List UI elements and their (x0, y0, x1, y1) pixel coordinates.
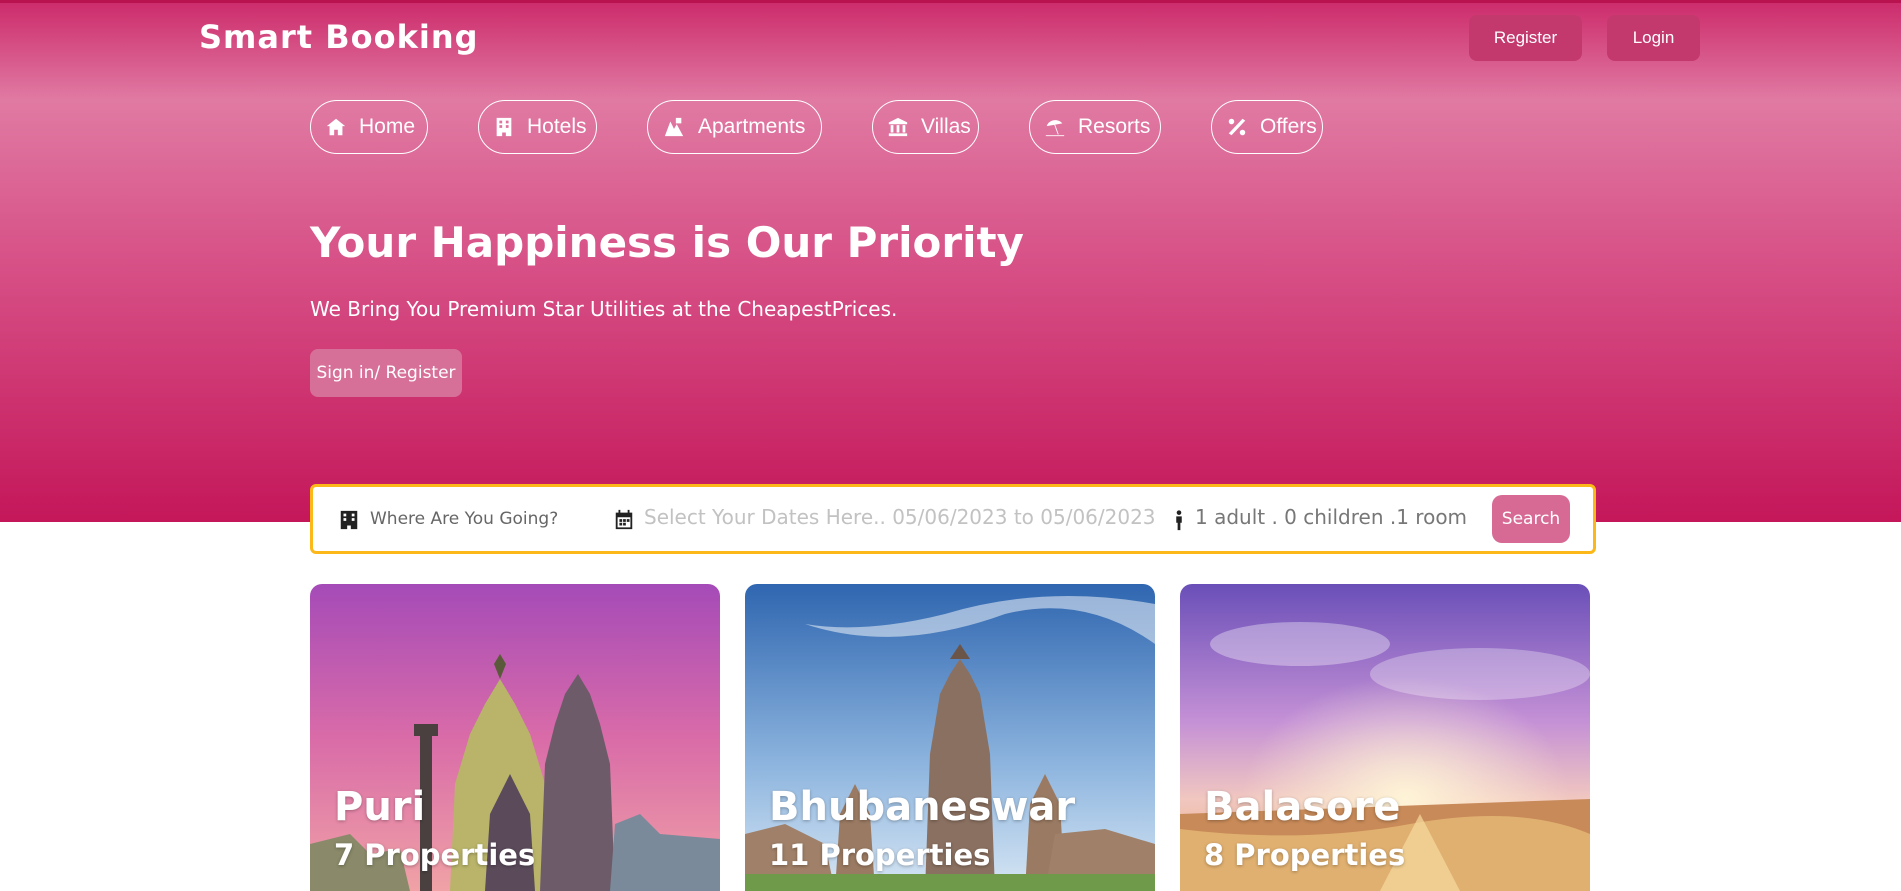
search-button[interactable]: Search (1492, 495, 1570, 543)
destination-properties: 7 Properties (334, 838, 536, 872)
hero-headline: Your Happiness is Our Priority (310, 218, 1024, 267)
destination-card-bhubaneswar[interactable]: Bhubaneswar 11 Properties (745, 584, 1155, 891)
nav-home[interactable]: Home (310, 100, 428, 154)
umbrella-beach-icon (1044, 115, 1066, 139)
destination-input[interactable] (370, 501, 590, 537)
destination-city: Balasore (1204, 784, 1401, 830)
nav-villas[interactable]: Villas (872, 100, 979, 154)
nav-offers-label: Offers (1260, 115, 1317, 138)
destination-properties: 8 Properties (1204, 838, 1406, 872)
register-button[interactable]: Register (1469, 15, 1582, 61)
hero-subline: We Bring You Premium Star Utilities at t… (310, 297, 898, 321)
percent-icon (1226, 115, 1248, 139)
top-accent-line (0, 0, 1901, 3)
nav-hotels[interactable]: Hotels (478, 100, 597, 154)
nav-resorts-label: Resorts (1078, 115, 1151, 138)
apartments-icon (662, 115, 686, 139)
villa-columns-icon (887, 115, 909, 139)
destination-city: Bhubaneswar (769, 784, 1076, 830)
destination-properties: 11 Properties (769, 838, 991, 872)
nav-resorts[interactable]: Resorts (1029, 100, 1161, 154)
date-range-field[interactable]: Select Your Dates Here.. 05/06/2023 to 0… (644, 505, 1156, 529)
destination-card-puri[interactable]: Puri 7 Properties (310, 584, 720, 891)
building-icon (338, 509, 360, 531)
destination-card-balasore[interactable]: Balasore 8 Properties (1180, 584, 1590, 891)
hero-banner: Smart Booking Register Login Home Hotels… (0, 0, 1901, 522)
signin-register-button[interactable]: Sign in/ Register (310, 349, 462, 397)
login-button[interactable]: Login (1607, 15, 1700, 61)
nav-home-label: Home (359, 115, 416, 138)
person-icon (1168, 509, 1190, 531)
destination-city: Puri (334, 784, 426, 830)
guests-rooms-field[interactable]: 1 adult . 0 children .1 room (1195, 505, 1467, 529)
hotel-building-icon (493, 115, 515, 139)
nav-hotels-label: Hotels (527, 115, 587, 138)
home-icon (325, 115, 347, 139)
nav-apartments[interactable]: Apartments (647, 100, 822, 154)
nav-villas-label: Villas (921, 115, 971, 138)
search-bar: Select Your Dates Here.. 05/06/2023 to 0… (310, 484, 1596, 554)
nav-offers[interactable]: Offers (1211, 100, 1323, 154)
calendar-icon (613, 509, 635, 531)
site-logo[interactable]: Smart Booking (199, 18, 479, 56)
nav-apartments-label: Apartments (698, 115, 806, 138)
